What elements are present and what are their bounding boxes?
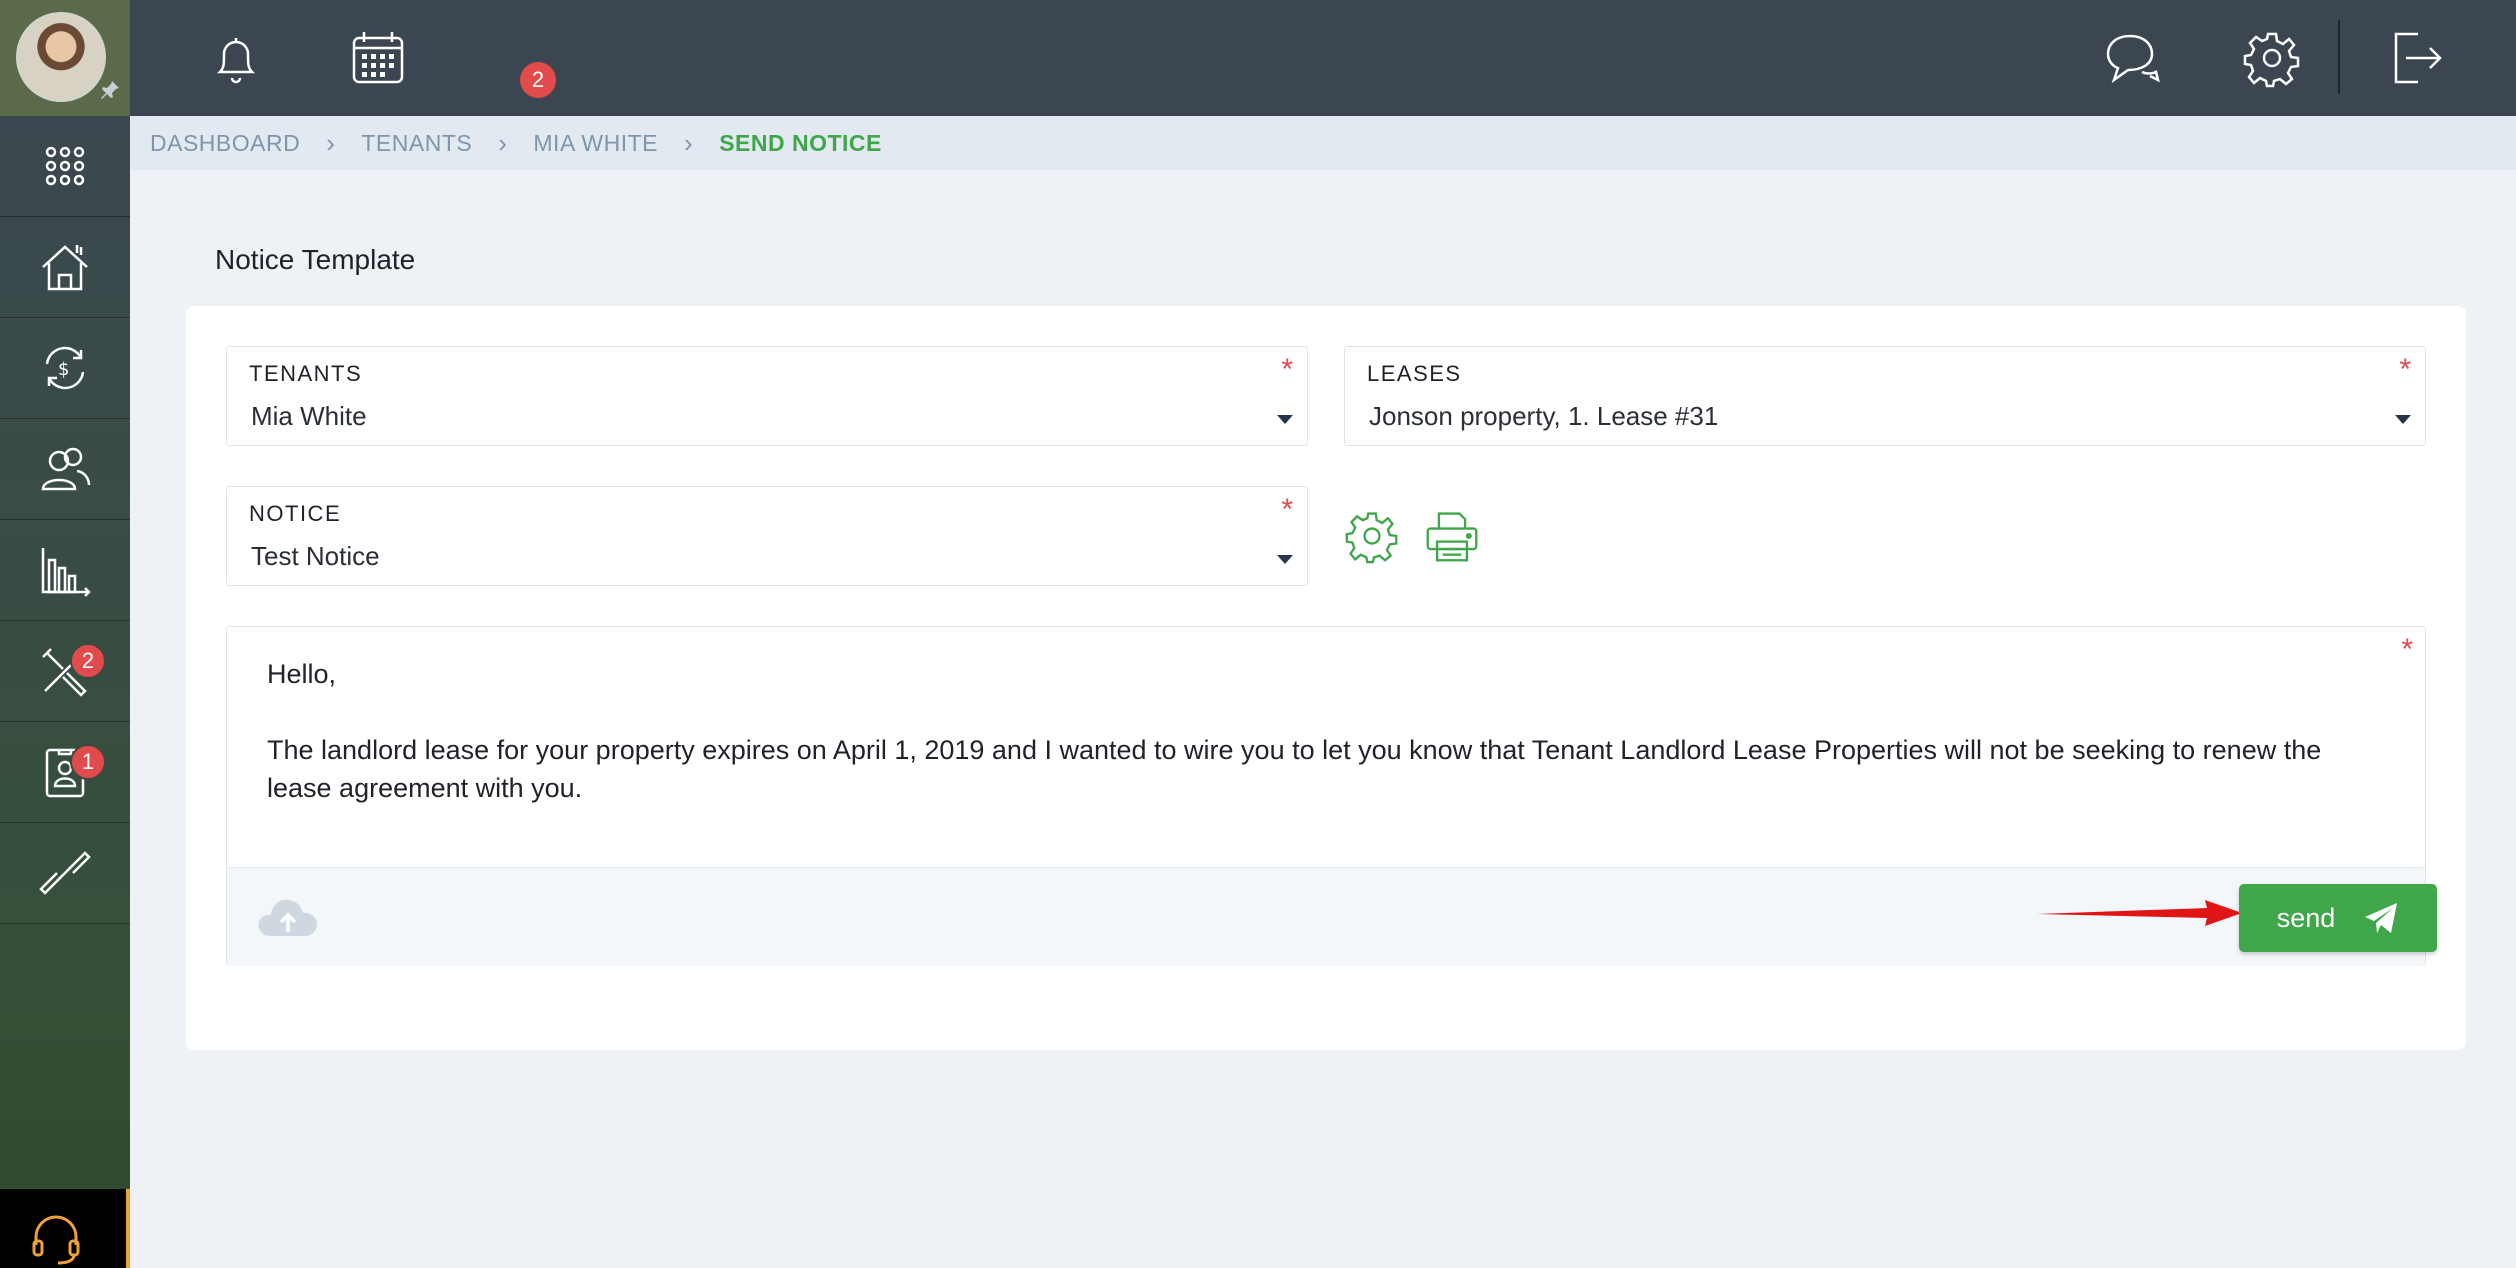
editor-footer: send bbox=[227, 867, 2437, 966]
required-mark: * bbox=[2401, 633, 2413, 666]
logout-icon[interactable] bbox=[2384, 28, 2444, 88]
maintenance-badge: 2 bbox=[70, 643, 106, 679]
leases-label: LEASES bbox=[1367, 361, 1462, 386]
dollar-cycle-icon: $ bbox=[45, 346, 85, 390]
caret-down-icon bbox=[1277, 555, 1293, 564]
send-button[interactable]: send bbox=[2239, 884, 2437, 952]
notice-label: NOTICE bbox=[249, 501, 342, 526]
editor-body: The landlord lease for your property exp… bbox=[267, 735, 2322, 803]
calendar-badge: 2 bbox=[520, 62, 556, 98]
settings-gear-icon[interactable] bbox=[2242, 28, 2302, 88]
top-bar: 2 bbox=[130, 0, 2516, 116]
headset-icon bbox=[32, 1215, 80, 1265]
user-profile[interactable] bbox=[0, 0, 130, 116]
paper-plane-icon bbox=[2365, 903, 2398, 933]
notice-editor[interactable]: * Hello, The landlord lease for your pro… bbox=[226, 626, 2437, 966]
chat-icon[interactable] bbox=[2102, 28, 2162, 88]
caret-down-icon bbox=[1277, 415, 1293, 424]
chevron-right-icon: › bbox=[498, 127, 508, 158]
sidebar-item-reports[interactable] bbox=[0, 520, 130, 621]
pin-icon[interactable] bbox=[98, 78, 122, 102]
users-icon bbox=[41, 447, 91, 491]
notice-value: Test Notice bbox=[251, 541, 380, 571]
chevron-right-icon: › bbox=[326, 127, 336, 158]
tenants-select[interactable]: TENANTS * Mia White bbox=[226, 346, 1308, 446]
required-mark: * bbox=[1281, 353, 1293, 386]
top-divider bbox=[2338, 20, 2340, 94]
annotation-arrow-icon bbox=[2037, 900, 2242, 926]
svg-text:$: $ bbox=[58, 359, 69, 380]
send-button-label: send bbox=[2276, 902, 2336, 933]
bell-icon[interactable] bbox=[206, 28, 266, 88]
page-title: Notice Template bbox=[215, 244, 416, 275]
breadcrumb-tenant[interactable]: MIA WHITE bbox=[533, 130, 658, 157]
calendar-icon[interactable] bbox=[348, 28, 408, 88]
avatar[interactable] bbox=[16, 12, 106, 102]
sidebar: $ 2 1 bbox=[0, 0, 130, 1268]
apps-grid-icon bbox=[45, 146, 85, 186]
leases-value: Jonson property, 1. Lease #31 bbox=[1369, 401, 1719, 431]
chevron-right-icon: › bbox=[684, 127, 694, 158]
breadcrumb-dashboard[interactable]: DASHBOARD bbox=[150, 130, 300, 157]
sidebar-item-integrations[interactable] bbox=[0, 823, 130, 924]
notice-body-text[interactable]: Hello, The landlord lease for your prope… bbox=[267, 655, 2387, 845]
cloud-upload-icon[interactable] bbox=[255, 890, 321, 940]
sidebar-item-properties[interactable] bbox=[0, 217, 130, 318]
required-mark: * bbox=[1281, 493, 1293, 526]
sidebar-item-apps[interactable] bbox=[0, 116, 130, 217]
support-button[interactable] bbox=[0, 1189, 130, 1268]
required-mark: * bbox=[2399, 353, 2411, 386]
applicants-badge: 1 bbox=[70, 744, 106, 780]
breadcrumb-current: SEND NOTICE bbox=[719, 129, 882, 156]
sidebar-item-maintenance[interactable]: 2 bbox=[0, 621, 130, 722]
notice-select[interactable]: NOTICE * Test Notice bbox=[226, 486, 1308, 586]
link-icon bbox=[39, 851, 91, 895]
sidebar-item-tenants[interactable] bbox=[0, 419, 130, 520]
bar-chart-icon bbox=[41, 548, 91, 597]
breadcrumb-tenants[interactable]: TENANTS bbox=[361, 130, 472, 157]
breadcrumb: DASHBOARD › TENANTS › MIA WHITE › SEND N… bbox=[130, 116, 2516, 170]
notice-form-card: TENANTS * Mia White LEASES * Jonson prop… bbox=[186, 306, 2466, 1050]
notice-settings-gear-icon[interactable] bbox=[1344, 508, 1400, 564]
tenants-label: TENANTS bbox=[249, 361, 363, 386]
sidebar-item-payments[interactable]: $ bbox=[0, 318, 130, 419]
editor-greeting: Hello, bbox=[267, 659, 337, 689]
caret-down-icon bbox=[2395, 415, 2411, 424]
sidebar-item-applicants[interactable]: 1 bbox=[0, 722, 130, 823]
leases-select[interactable]: LEASES * Jonson property, 1. Lease #31 bbox=[1344, 346, 2426, 446]
tenants-value: Mia White bbox=[251, 401, 367, 431]
house-icon bbox=[42, 245, 88, 291]
printer-icon[interactable] bbox=[1424, 508, 1480, 564]
